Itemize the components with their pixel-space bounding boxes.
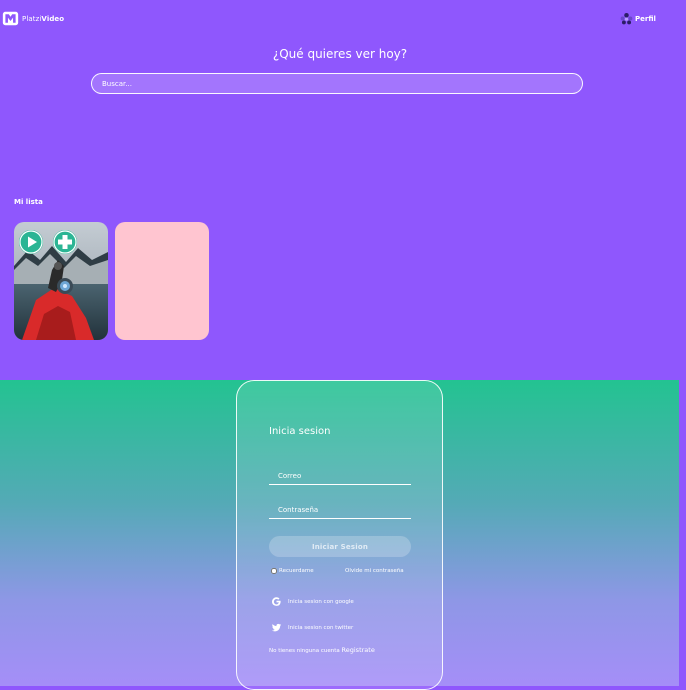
add-to-list-button[interactable] [53, 230, 77, 254]
background-strip [679, 380, 686, 686]
brand-suffix: Video [41, 14, 65, 23]
register-prompt: No tienes ninguna cuenta Registrate [269, 646, 375, 654]
login-card: Inicia sesion Iniciar Sesion Recuerdame … [236, 380, 443, 690]
login-title: Inicia sesion [269, 426, 331, 437]
profile-icon [620, 12, 633, 25]
google-login-label: Inicia sesion con google [288, 598, 354, 605]
hero-title: ¿Qué quieres ver hoy? [272, 47, 408, 61]
header: PlatziVideo Perfil [0, 0, 686, 36]
platzi-video-logo-icon [2, 11, 19, 26]
brand-prefix: Platzi [22, 14, 42, 23]
email-field[interactable] [269, 468, 411, 485]
register-prompt-text: No tienes ninguna cuenta [269, 648, 340, 654]
logo[interactable]: PlatziVideo [2, 10, 64, 27]
remember-me[interactable]: Recuerdame [271, 568, 314, 574]
google-login[interactable]: Inicia sesion con google [271, 596, 354, 607]
brand-name: PlatziVideo [22, 15, 64, 23]
password-field[interactable] [269, 502, 411, 519]
add-icon [53, 230, 77, 254]
forgot-password-link[interactable]: Olvide mi contraseña [345, 568, 404, 574]
profile-menu[interactable]: Perfil [620, 12, 656, 25]
twitter-login[interactable]: Inicia sesion con twitter [271, 622, 353, 633]
search-input[interactable] [91, 73, 583, 94]
profile-label: Perfil [635, 14, 656, 23]
twitter-icon [271, 623, 282, 632]
register-link[interactable]: Registrate [342, 646, 375, 654]
video-card-placeholder[interactable] [115, 222, 209, 340]
my-list-title: Mi lista [14, 198, 43, 206]
remember-checkbox[interactable] [271, 568, 277, 574]
twitter-login-label: Inicia sesion con twitter [288, 624, 354, 631]
video-card[interactable] [14, 222, 108, 340]
play-icon [19, 230, 43, 254]
play-button[interactable] [19, 230, 43, 254]
google-icon [272, 597, 281, 606]
remember-label: Recuerdame [279, 568, 314, 574]
login-button[interactable]: Iniciar Sesion [269, 536, 411, 557]
